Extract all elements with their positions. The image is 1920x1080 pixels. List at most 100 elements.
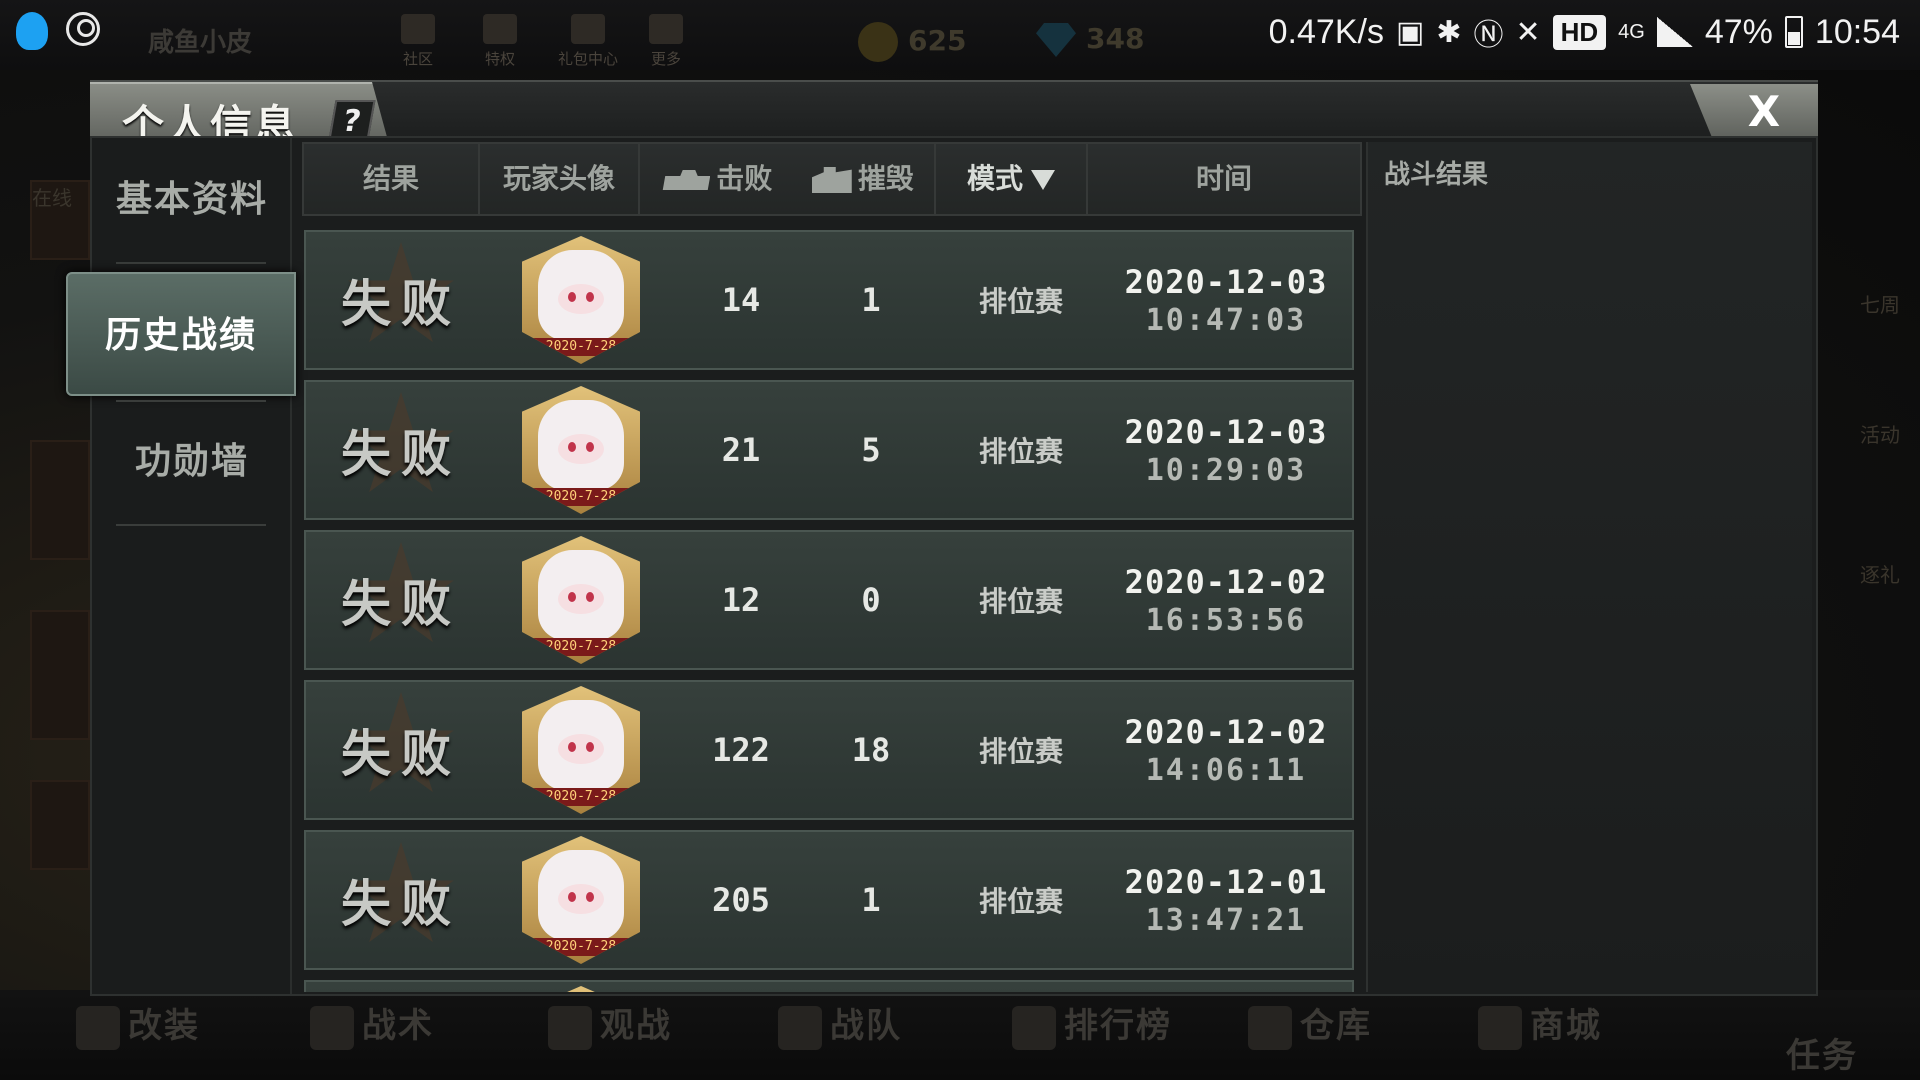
game-bottom-nav <box>0 990 1920 1080</box>
network-type: 4G <box>1618 20 1645 43</box>
nav-leaderboard[interactable]: 排行榜 <box>1012 998 1172 1050</box>
kills-cell: 122 <box>712 731 770 769</box>
menu-battle-history[interactable]: 历史战绩 <box>66 272 296 396</box>
table-row-partial[interactable] <box>304 980 1354 992</box>
result-cell: 失败 <box>306 682 496 818</box>
avatar-cell: 2020-7-28 <box>516 532 646 668</box>
avatar-date-badge: 2020-7-28 <box>532 938 630 956</box>
avatar-eye <box>586 742 594 752</box>
avatar-face <box>558 284 604 314</box>
avatar-face <box>558 434 604 464</box>
nav-task[interactable]: 任务 <box>1786 1028 1858 1077</box>
kills-cell: 12 <box>721 581 761 619</box>
avatar-eye <box>586 442 594 452</box>
date-text: 2020-12-03 <box>1124 412 1328 451</box>
signal-icon <box>1656 17 1693 47</box>
player-avatar[interactable]: 2020-7-28 <box>522 386 640 514</box>
mode-cell: 排位赛 <box>978 735 1063 768</box>
time-cell: 2020-12-02 16:53:56 <box>1096 532 1356 668</box>
time-text: 10:47:03 <box>1145 302 1307 338</box>
avatar-eye <box>586 892 594 902</box>
skull-icon <box>310 1005 354 1050</box>
nav-shop[interactable]: 商城 <box>1478 998 1602 1050</box>
hd-badge: HD <box>1552 14 1607 50</box>
android-status-bar: 0.47K/s ▣ ✱ Ⓝ ✕ HD 4G 47% 10:54 <box>0 0 1920 66</box>
time-text: 16:53:56 <box>1145 602 1307 638</box>
player-avatar[interactable]: 2020-7-28 <box>522 536 640 664</box>
table-row[interactable]: 失败 2020-7-28 14 1 排位赛 2020-12-03 10:47:03 <box>304 230 1354 370</box>
avatar-cell: 2020-7-28 <box>516 682 646 818</box>
qq-penguin-icon <box>16 12 48 50</box>
nav-team[interactable]: 战队 <box>778 998 902 1050</box>
dropdown-triangle-icon <box>1031 170 1055 190</box>
wrench-icon <box>76 1005 120 1050</box>
tank-icon <box>662 170 711 190</box>
result-cell: 失败 <box>306 232 496 368</box>
player-avatar[interactable] <box>522 986 640 992</box>
date-text: 2020-12-02 <box>1124 712 1328 751</box>
player-avatar[interactable]: 2020-7-28 <box>522 236 640 364</box>
battery-icon <box>1784 16 1803 48</box>
avatar-cell: 2020-7-28 <box>516 232 646 368</box>
sim-lock-icon: ▣ <box>1395 15 1425 49</box>
personal-info-dialog: 个人信息 ? X 基本资料 历史战绩 功勋墙 结果 玩家头像 击败 摧毁 模式 … <box>66 64 1818 996</box>
col-avatar: 玩家头像 <box>480 144 640 214</box>
table-row[interactable]: 失败 2020-7-28 205 1 排位赛 2020-12-01 13:47:21 <box>304 830 1354 970</box>
mode-cell: 排位赛 <box>978 885 1063 918</box>
table-row[interactable]: 失败 2020-7-28 12 0 排位赛 2020-12-02 16:53:56 <box>304 530 1354 670</box>
battle-result-panel: 战斗结果 <box>1366 142 1812 992</box>
time-cell: 2020-12-03 10:47:03 <box>1096 232 1356 368</box>
trophy-icon <box>1012 1005 1056 1050</box>
avatar-date-badge: 2020-7-28 <box>532 788 630 806</box>
avatar-eye <box>586 592 594 602</box>
close-button[interactable]: X <box>1690 84 1818 140</box>
profile-icon <box>66 12 100 46</box>
avatar-eye <box>568 592 576 602</box>
nav-warehouse[interactable]: 仓库 <box>1248 998 1372 1050</box>
time-cell: 2020-12-02 14:06:11 <box>1096 682 1356 818</box>
building-icon <box>811 167 852 193</box>
side-event-gift[interactable]: 逐礼 <box>1810 490 1920 600</box>
left-card <box>30 610 90 740</box>
avatar-face <box>558 734 604 764</box>
nav-spectate[interactable]: 观战 <box>548 998 672 1050</box>
date-text: 2020-12-02 <box>1124 562 1328 601</box>
side-event-activity[interactable]: 活动 <box>1810 350 1920 460</box>
nav-modify[interactable]: 改装 <box>76 998 200 1050</box>
result-cell: 失败 <box>306 532 496 668</box>
mute-icon: ✕ <box>1515 15 1541 49</box>
nav-tactics[interactable]: 战术 <box>310 998 434 1050</box>
avatar-eye <box>568 892 576 902</box>
date-text: 2020-12-01 <box>1124 862 1328 901</box>
col-time: 时间 <box>1195 162 1252 195</box>
avatar-date-badge: 2020-7-28 <box>532 638 630 656</box>
col-kills-destroy: 击败 摧毁 <box>640 144 936 214</box>
result-cell: 失败 <box>306 382 496 518</box>
side-event-weekly[interactable]: 七周 <box>1810 220 1920 330</box>
dialog-side-menu: 基本资料 历史战绩 功勋墙 <box>66 138 296 994</box>
result-cell: 失败 <box>306 832 496 968</box>
player-avatar[interactable]: 2020-7-28 <box>522 836 640 964</box>
left-card <box>30 780 90 870</box>
avatar-cell: 2020-7-28 <box>516 832 646 968</box>
kills-cell: 205 <box>712 881 770 919</box>
col-mode-filter[interactable]: 模式 <box>936 144 1088 214</box>
menu-divider <box>116 262 266 264</box>
table-row[interactable]: 失败 2020-7-28 21 5 排位赛 2020-12-03 10:29:03 <box>304 380 1354 520</box>
menu-basic-info[interactable]: 基本资料 <box>92 138 292 262</box>
destroy-cell: 5 <box>861 431 881 469</box>
battle-result-title: 战斗结果 <box>1384 160 1489 190</box>
net-speed: 0.47K/s <box>1268 12 1384 51</box>
menu-honor-wall[interactable]: 功勋墙 <box>92 400 292 524</box>
avatar-date-badge: 2020-7-28 <box>532 488 630 506</box>
avatar-cell <box>516 982 646 992</box>
star-icon <box>548 1005 592 1050</box>
clock: 10:54 <box>1814 12 1900 51</box>
battle-history-table: 结果 玩家头像 击败 摧毁 模式 时间 失败 2020-7-28 14 1 排位赛 202… <box>302 142 1362 992</box>
time-text: 13:47:21 <box>1145 902 1307 938</box>
avatar-eye <box>568 442 576 452</box>
online-card: 在线 <box>30 180 90 260</box>
help-button[interactable]: ? <box>328 100 376 140</box>
player-avatar[interactable]: 2020-7-28 <box>522 686 640 814</box>
table-row[interactable]: 失败 2020-7-28 122 18 排位赛 2020-12-02 14:06:11 <box>304 680 1354 820</box>
